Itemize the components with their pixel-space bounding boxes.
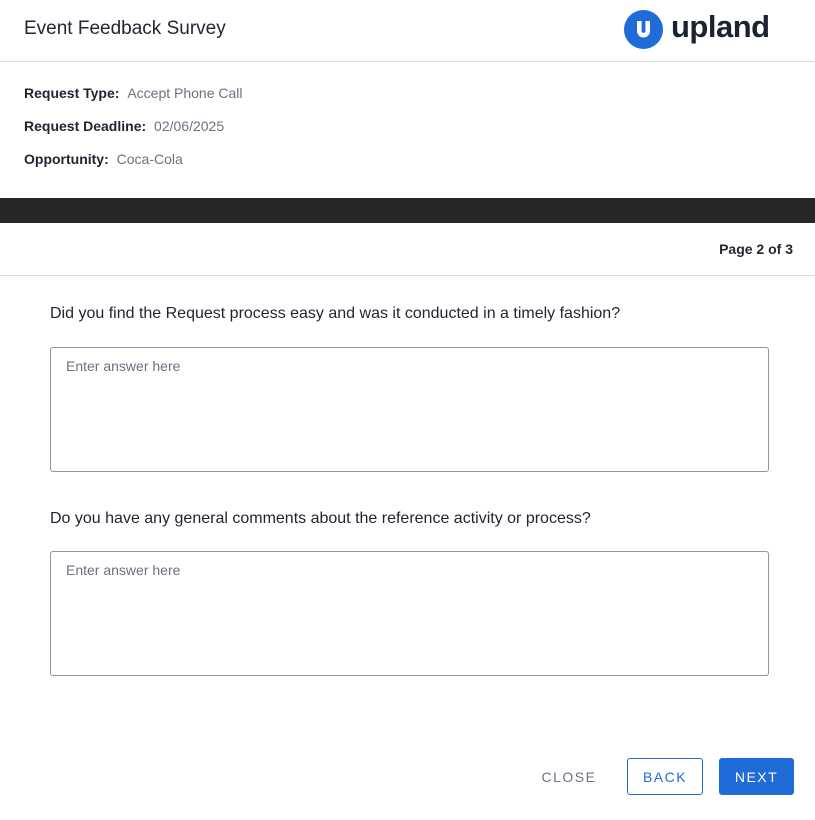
next-button[interactable]: NEXT xyxy=(719,758,794,795)
request-deadline-row: Request Deadline: 02/06/2025 xyxy=(24,118,224,134)
answer-1-field[interactable] xyxy=(50,347,769,472)
request-deadline-label: Request Deadline: xyxy=(24,118,147,134)
question-1: Did you find the Request process easy an… xyxy=(50,305,621,322)
logo-text: upland xyxy=(671,8,770,44)
question-2: Do you have any general comments about t… xyxy=(50,510,591,527)
request-type-row: Request Type: Accept Phone Call xyxy=(24,85,243,101)
divider-band xyxy=(0,198,815,224)
request-type-label: Request Type: xyxy=(24,85,120,101)
close-button[interactable]: CLOSE xyxy=(530,758,608,795)
request-type-value: Accept Phone Call xyxy=(127,85,243,101)
survey-panel: Page 2 of 3 Did you find the Request pro… xyxy=(0,223,815,820)
opportunity-value: Coca-Cola xyxy=(116,151,183,167)
survey-page: Event Feedback Survey upland Request Typ… xyxy=(0,0,815,820)
answer-2-field[interactable] xyxy=(50,551,769,676)
page-indicator: Page 2 of 3 xyxy=(719,241,793,257)
upland-logo: upland xyxy=(624,9,770,49)
back-button[interactable]: BACK xyxy=(627,758,703,795)
header: Event Feedback Survey upland xyxy=(0,0,815,62)
request-info: Request Type: Accept Phone Call Request … xyxy=(0,62,815,199)
opportunity-row: Opportunity: Coca-Cola xyxy=(24,151,183,167)
page-indicator-bar: Page 2 of 3 xyxy=(0,223,815,276)
upland-u-icon xyxy=(624,9,663,49)
request-deadline-value: 02/06/2025 xyxy=(154,118,225,134)
page-title: Event Feedback Survey xyxy=(24,18,226,39)
opportunity-label: Opportunity: xyxy=(24,151,109,167)
